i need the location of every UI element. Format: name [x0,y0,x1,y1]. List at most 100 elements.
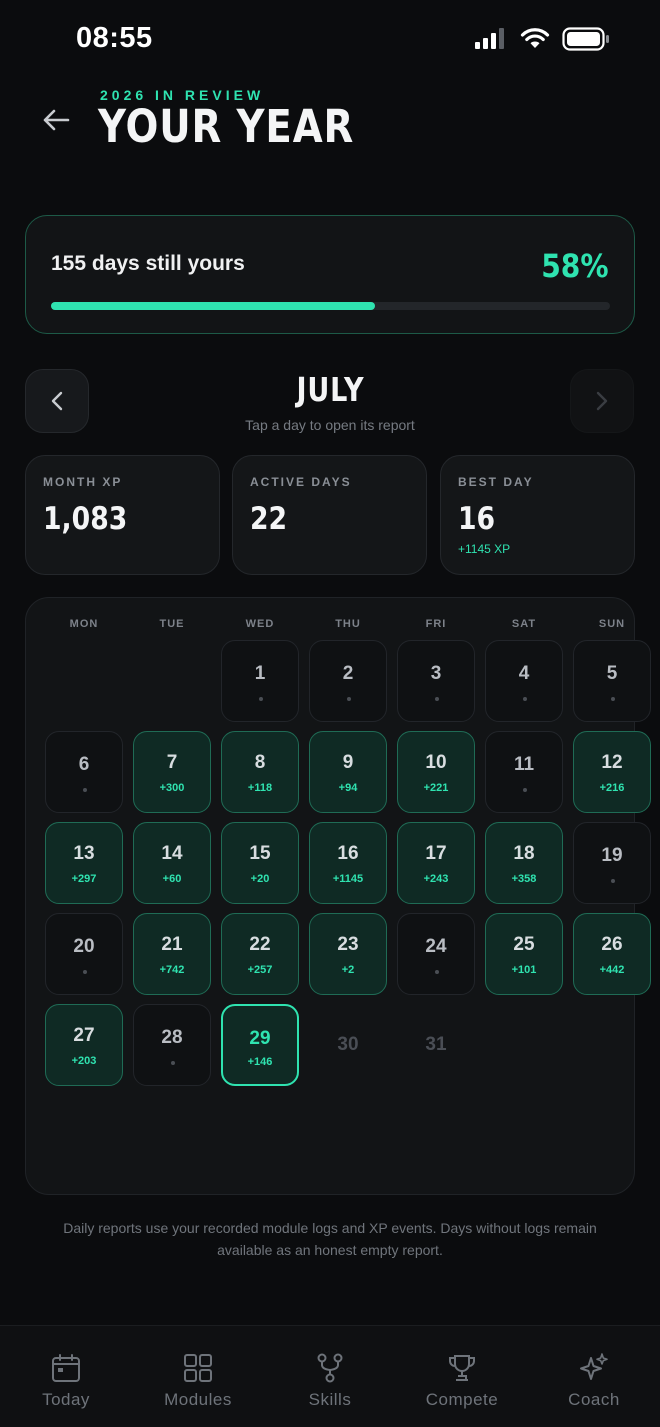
calendar-day[interactable]: 4 [485,640,563,722]
day-xp: +742 [159,964,185,976]
calendar-day[interactable]: 23 +2 [309,913,387,995]
calendar-day[interactable]: 14 +60 [133,822,211,904]
month-title: JULY [0,370,660,409]
day-number: 21 [161,934,183,955]
day-number: 22 [249,934,271,955]
status-bar: 08:55 [0,0,660,80]
stat-value: 22 [250,501,288,537]
empty-day-dot [523,697,527,701]
day-xp: +203 [71,1055,97,1067]
calendar-day[interactable]: 25 +101 [485,913,563,995]
day-number: 25 [513,934,535,955]
calendar-day: 31 [397,1004,475,1086]
grid-icon [184,1354,212,1382]
day-xp: +20 [250,873,270,885]
calendar-day[interactable]: 22 +257 [221,913,299,995]
day-number: 19 [601,845,623,866]
calendar-day[interactable]: 21 +742 [133,913,211,995]
active-days-card: ACTIVE DAYS 22 [232,455,427,575]
calendar-day[interactable]: 7 +300 [133,731,211,813]
day-number: 13 [73,843,95,864]
status-time: 08:55 [76,22,153,54]
footnote: Daily reports use your recorded module l… [63,1220,597,1258]
calendar-day[interactable]: 5 [573,640,651,722]
empty-day-dot [611,879,615,883]
day-xp: +118 [247,782,273,794]
sparkles-icon [580,1353,608,1380]
empty-day-dot [435,970,439,974]
calendar-day[interactable]: 11 [485,731,563,813]
day-xp: +243 [423,873,449,885]
day-xp: +1145 [332,873,364,885]
tab-compete[interactable]: Compete [396,1326,528,1427]
battery-icon [562,27,609,51]
tab-label: Coach [568,1390,620,1409]
calendar-day[interactable]: 6 [45,731,123,813]
day-xp: +221 [423,782,449,794]
calendar-day[interactable]: 13 +297 [45,822,123,904]
empty-day-dot [83,788,87,792]
calendar-day[interactable]: 18 +358 [485,822,563,904]
calendar-day[interactable]: 1 [221,640,299,722]
calendar-day[interactable]: 3 [397,640,475,722]
empty-day-dot [523,788,527,792]
year-review-screen: 08:55 2026 IN REVIEW YOUR YEAR 155 days … [0,0,660,1427]
day-number: 8 [254,752,266,773]
calendar-day[interactable]: 28 [133,1004,211,1086]
calendar-day[interactable]: 27 +203 [45,1004,123,1086]
day-number: 31 [425,1034,447,1055]
weekday-label: THU [335,618,361,630]
empty-day-dot [259,697,263,701]
day-number: 23 [337,934,359,955]
day-number: 20 [73,936,95,957]
tab-skills[interactable]: Skills [264,1326,396,1427]
stat-label: BEST DAY [458,475,534,489]
day-number: 5 [606,663,618,684]
weekday-label: WED [245,618,275,630]
tab-modules[interactable]: Modules [132,1326,264,1427]
tab-coach[interactable]: Coach [528,1326,660,1427]
best-day-card: BEST DAY 16 +1145 XP [440,455,635,575]
day-number: 27 [73,1025,95,1046]
tab-today[interactable]: Today [0,1326,132,1427]
day-xp: +101 [511,964,537,976]
day-number: 3 [430,663,442,684]
day-xp: +442 [599,964,625,976]
status-icons [474,27,610,51]
day-number: 6 [78,754,90,775]
back-button[interactable] [36,100,76,140]
day-xp: +94 [338,782,358,794]
weekday-label: SUN [598,618,626,630]
calendar-day[interactable]: 9 +94 [309,731,387,813]
year-progress-fill [51,302,376,310]
day-xp: +60 [162,873,182,885]
calendar-day[interactable]: 24 [397,913,475,995]
calendar-day[interactable]: 10 +221 [397,731,475,813]
calendar-day[interactable]: 20 [45,913,123,995]
calendar-day[interactable]: 26 +442 [573,913,651,995]
calendar-day[interactable]: 2 [309,640,387,722]
day-xp: +297 [71,873,97,885]
day-number: 29 [249,1028,271,1049]
calendar-day[interactable]: 29 +146 [221,1004,299,1086]
stat-label: MONTH XP [43,475,123,489]
calendar-day[interactable]: 15 +20 [221,822,299,904]
calendar-day[interactable]: 8 +118 [221,731,299,813]
calendar-day: 30 [309,1004,387,1086]
day-number: 2 [342,663,354,684]
calendar-day[interactable]: 19 [573,822,651,904]
day-xp: +358 [511,873,537,885]
day-number: 12 [601,752,623,773]
calendar-day[interactable]: 17 +243 [397,822,475,904]
next-month-button[interactable] [570,369,634,433]
weekday-label: SAT [511,618,537,630]
day-xp: +257 [247,964,273,976]
month-name: JULY [296,370,364,409]
day-xp: +146 [247,1056,273,1068]
days-remaining-card: 155 days still yours 58% [25,215,635,334]
calendar-day[interactable]: 12 +216 [573,731,651,813]
stat-value: 16 [458,501,496,537]
calendar-day[interactable]: 16 +1145 [309,822,387,904]
stat-sub: +1145 XP [458,542,511,556]
branch-icon [317,1353,343,1383]
